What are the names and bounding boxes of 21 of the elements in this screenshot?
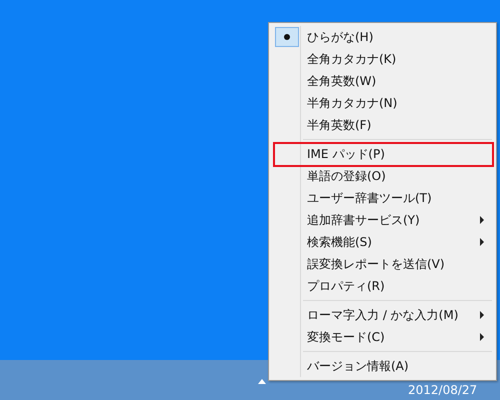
menu-item[interactable]: 誤変換レポートを送信(V)	[273, 252, 494, 276]
menu-item[interactable]: プロパティ(R)	[273, 274, 494, 298]
menu-item[interactable]: 全角カタカナ(K)	[273, 46, 494, 72]
menu-item[interactable]: IME パッド(P)	[273, 142, 494, 166]
menu-item[interactable]: ひらがな(H)	[273, 24, 494, 50]
menu-item[interactable]: バージョン情報(A)	[273, 354, 494, 378]
menu-item[interactable]: 全角英数(W)	[273, 68, 494, 94]
submenu-arrow-icon	[480, 311, 484, 319]
menu-item[interactable]: 半角カタカナ(N)	[273, 90, 494, 116]
show-hidden-icons-caret-icon[interactable]	[258, 379, 266, 384]
submenu-arrow-icon	[480, 238, 484, 246]
menu-item[interactable]: 変換モード(C)	[273, 324, 494, 350]
menu-item[interactable]: 半角英数(F)	[273, 112, 494, 138]
menu-item[interactable]: 単語の登録(O)	[273, 164, 494, 188]
check-bullet-icon	[275, 27, 299, 47]
submenu-arrow-icon	[480, 216, 484, 224]
menu-item[interactable]: 検索機能(S)	[273, 230, 494, 254]
submenu-arrow-icon	[480, 333, 484, 341]
menu-item[interactable]: ユーザー辞書ツール(T)	[273, 186, 494, 210]
menu-item[interactable]: 追加辞書サービス(Y)	[273, 208, 494, 232]
menu-item[interactable]: ローマ字入力 / かな入力(M)	[273, 302, 494, 328]
